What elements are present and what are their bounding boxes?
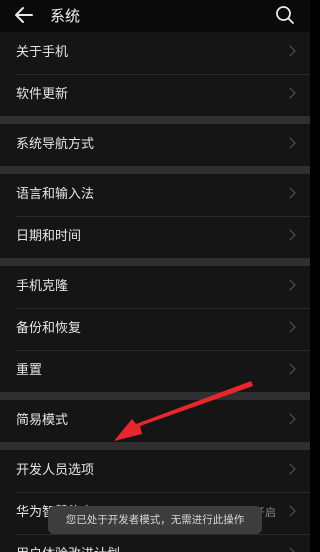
settings-group: 简易模式 xyxy=(0,400,310,442)
settings-item[interactable]: 关于手机 xyxy=(0,32,310,74)
settings-item-label: 软件更新 xyxy=(16,87,69,102)
settings-group: 系统导航方式 xyxy=(0,124,310,166)
chevron-right-icon xyxy=(284,279,296,291)
chevron-right-icon xyxy=(284,363,296,375)
settings-item-label: 系统导航方式 xyxy=(16,137,95,152)
chevron-right-icon xyxy=(284,137,296,149)
settings-item[interactable]: 用户体验改进计划 xyxy=(0,534,310,552)
settings-item-label: 简易模式 xyxy=(16,413,69,428)
settings-item-label: 用户体验改进计划 xyxy=(16,547,120,552)
chevron-right-icon xyxy=(284,45,296,57)
settings-group: 手机克隆备份和恢复重置 xyxy=(0,266,310,392)
settings-item-label: 重置 xyxy=(16,363,43,378)
settings-item-label: 日期和时间 xyxy=(16,229,82,244)
chevron-right-icon xyxy=(284,413,296,425)
chevron-right-icon xyxy=(284,321,296,333)
settings-group: 语言和输入法 日期和时间 xyxy=(0,174,310,258)
settings-list: 关于手机 软件更新 系统导航方式 语言和输入法 日期和时间 手机克隆 备份和恢复 重置 简易模式… xyxy=(0,32,310,552)
search-icon[interactable] xyxy=(274,4,296,26)
settings-item[interactable]: 简易模式 xyxy=(0,400,310,442)
settings-item[interactable]: 语言和输入法 xyxy=(0,174,310,216)
settings-screen: 系统 关于手机 软件更新 系统导航方式 语言和输入法 日期和时间 手机克隆 备份和恢复 重置简… xyxy=(0,0,310,552)
toast-message: 您已处于开发者模式，无需进行此操作 xyxy=(48,506,262,534)
chevron-right-icon xyxy=(284,87,296,99)
settings-group: 关于手机 软件更新 xyxy=(0,32,310,116)
chevron-right-icon xyxy=(284,229,296,241)
chevron-right-icon xyxy=(284,547,296,552)
settings-item[interactable]: 备份和恢复 xyxy=(0,308,310,350)
page-title: 系统 xyxy=(50,7,81,25)
chevron-right-icon xyxy=(284,187,296,199)
settings-item-label: 语言和输入法 xyxy=(16,187,95,202)
settings-item-label: 关于手机 xyxy=(16,45,69,60)
group-divider xyxy=(0,258,310,266)
settings-item-label: 手机克隆 xyxy=(16,279,69,294)
settings-item-label: 备份和恢复 xyxy=(16,321,82,336)
group-divider xyxy=(0,392,310,400)
chevron-right-icon xyxy=(284,505,296,517)
chevron-right-icon xyxy=(284,463,296,475)
settings-item[interactable]: 软件更新 xyxy=(0,74,310,116)
settings-item[interactable]: 手机克隆 xyxy=(0,266,310,308)
group-divider xyxy=(0,166,310,174)
settings-item[interactable]: 开发人员选项 xyxy=(0,450,310,492)
group-divider xyxy=(0,442,310,450)
settings-item[interactable]: 系统导航方式 xyxy=(0,124,310,166)
settings-item[interactable]: 日期和时间 xyxy=(0,216,310,258)
settings-group: 开发人员选项华为智慧能力已开启用户体验改进计划 xyxy=(0,450,310,552)
top-app-bar: 系统 xyxy=(0,0,310,32)
settings-item[interactable]: 重置 xyxy=(0,350,310,392)
group-divider xyxy=(0,116,310,124)
back-arrow-icon[interactable] xyxy=(12,4,36,26)
settings-item-label: 开发人员选项 xyxy=(16,463,95,478)
